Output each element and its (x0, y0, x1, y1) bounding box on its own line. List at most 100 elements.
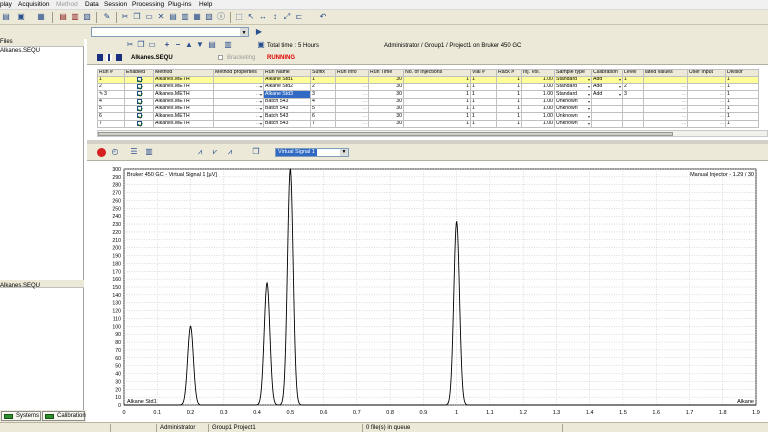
injections-cell[interactable]: 1 (403, 104, 471, 114)
method-cell[interactable]: Alkanes.METH (153, 104, 214, 114)
calculated-values-cell[interactable]: ··· (643, 119, 688, 129)
method-cell[interactable]: Alkanes.METH (153, 119, 214, 129)
rack-cell[interactable]: 1 (496, 97, 522, 107)
enabled-cell[interactable] (124, 112, 154, 121)
injections-cell[interactable]: 1 (403, 119, 471, 129)
stop-acquisition-icon[interactable] (97, 148, 106, 157)
method-cell[interactable]: Alkanes.METH (153, 90, 214, 99)
run-time-cell[interactable]: 30 (368, 97, 404, 107)
calibration-cell[interactable] (591, 112, 623, 121)
injections-cell[interactable]: 1 (403, 75, 471, 84)
chart-view-icon[interactable]: ▥ (144, 147, 154, 157)
run-time-cell[interactable]: 30 (368, 119, 404, 129)
calibration-cell[interactable]: Add ▾ (591, 90, 623, 99)
zoom-icon[interactable]: ↕ (270, 12, 280, 22)
properties-icon[interactable]: ▤ (207, 40, 217, 50)
menu-item-processing[interactable]: Processing (132, 1, 164, 8)
zoom-cursor-icon[interactable]: ⬚ (234, 12, 244, 22)
cut-row-icon[interactable]: ✂ (125, 40, 135, 50)
inj-vol-cell[interactable]: 1.00 (521, 82, 555, 92)
method-properties-cell[interactable]: ▾ ··· (213, 104, 264, 114)
table-row[interactable]: 6 Alkanes.METH ▾ ··· Batch 543 6 ··· 30 1 1 1 1.00 U… (97, 112, 759, 121)
menu-item-acquisition[interactable]: Acquisition (18, 1, 49, 8)
inj-vol-cell[interactable]: 1.00 (521, 75, 555, 84)
user-input-cell[interactable]: ··· (687, 104, 726, 114)
table-row[interactable]: 5 Alkanes.METH ▾ ··· Batch 543 5 ··· 30 1 1 1 1.00 U… (97, 104, 759, 114)
stack-chromatogram-icon[interactable]: ⩗ (210, 147, 220, 157)
tab-calibration[interactable]: Calibration (42, 411, 86, 421)
rack-cell[interactable]: 1 (496, 104, 522, 114)
suffix-cell[interactable]: 7 (310, 119, 336, 129)
copy-icon[interactable]: ❐ (132, 12, 142, 22)
method-properties-cell[interactable]: ▾ ··· (213, 119, 264, 129)
sequence-report-icon[interactable]: ▥ (223, 40, 233, 50)
chevron-down-icon[interactable]: ▼ (340, 149, 348, 156)
suffix-cell[interactable]: 6 (310, 112, 336, 121)
level-cell[interactable]: 1 (622, 75, 644, 84)
run-name-cell[interactable]: Batch 543 (263, 104, 311, 114)
menu-item-session[interactable]: Session (104, 1, 127, 8)
table-row[interactable]: ✎ 3 Alkanes.METH ▾ ··· Alkane Std3 3 ··· 30 1 1 1 1.… (97, 90, 759, 99)
method-cell[interactable]: Alkanes.METH (153, 82, 214, 92)
paste-icon[interactable]: ▭ (144, 12, 154, 22)
enabled-cell[interactable] (124, 75, 154, 84)
user-input-cell[interactable]: ··· (687, 90, 726, 99)
overlay-chromatogram-icon[interactable]: ⩘ (195, 147, 205, 157)
run-time-cell[interactable]: 30 (368, 104, 404, 114)
level-cell[interactable] (622, 112, 644, 121)
run-time-cell[interactable]: 30 (368, 75, 404, 84)
suffix-cell[interactable]: 4 (310, 97, 336, 107)
copy-row-icon[interactable]: ❐ (136, 40, 146, 50)
sample-type-cell[interactable]: Standard ▾ (554, 75, 592, 84)
inj-vol-cell[interactable]: 1.00 (521, 104, 555, 114)
print-preview-icon[interactable]: ▥ (70, 12, 80, 22)
level-cell[interactable]: 2 (622, 82, 644, 92)
calculated-values-cell[interactable]: ··· (643, 82, 688, 92)
enabled-checkbox[interactable] (136, 113, 142, 119)
vial-cell[interactable]: 1 (470, 82, 497, 92)
inj-vol-cell[interactable]: 1.00 (521, 97, 555, 107)
enabled-cell[interactable] (124, 90, 154, 99)
fit-icon[interactable]: ⤢ (282, 12, 292, 22)
rack-cell[interactable]: 1 (496, 75, 522, 84)
run-number-cell[interactable]: 4 (97, 97, 125, 107)
file-list-item[interactable]: Alkanes.SEQU (0, 48, 40, 54)
calculated-values-cell[interactable] (643, 75, 688, 84)
enabled-cell[interactable] (124, 82, 154, 92)
table-row[interactable]: 1 Alkanes.METH Alkane Std1 1 30 1 1 1 1.00 Standa… (97, 75, 759, 84)
cut-icon[interactable]: ✂ (120, 12, 130, 22)
timer-icon[interactable]: ◴ (110, 147, 120, 157)
view-icon[interactable]: ▥ (180, 12, 190, 22)
method-cell[interactable]: Alkanes.METH (153, 112, 214, 121)
run-time-cell[interactable]: 30 (368, 112, 404, 121)
user-input-cell[interactable] (687, 75, 726, 84)
signal-select[interactable]: Virtual Signal 1 ▼ (275, 148, 349, 157)
select-cursor-icon[interactable]: ↖ (246, 12, 256, 22)
calibration-cell[interactable] (591, 104, 623, 114)
run-info-cell[interactable] (335, 75, 369, 84)
add-row-icon[interactable]: + (162, 40, 172, 50)
enabled-checkbox[interactable] (136, 84, 142, 89)
bracketing-checkbox[interactable] (218, 55, 223, 60)
edit-icon[interactable]: ✎ (102, 12, 112, 22)
print-icon[interactable]: ▤ (58, 12, 68, 22)
sample-type-cell[interactable]: Unknown ▾ (554, 104, 592, 114)
save-icon[interactable]: ▣ (16, 12, 26, 22)
remove-row-icon[interactable]: − (173, 40, 183, 50)
inj-vol-cell[interactable]: 1.00 (521, 119, 555, 129)
calculated-values-cell[interactable]: ··· (643, 97, 688, 107)
enabled-checkbox[interactable] (136, 99, 142, 104)
rack-cell[interactable]: 1 (496, 119, 522, 129)
inj-vol-cell[interactable]: 1.00 (521, 90, 555, 99)
divisor-cell[interactable]: 1 (725, 112, 759, 121)
run-info-cell[interactable]: ··· (335, 97, 369, 107)
run-name-cell[interactable]: Alkane Std3 (263, 90, 311, 99)
enabled-checkbox[interactable] (136, 106, 142, 111)
enabled-checkbox[interactable] (136, 91, 142, 97)
grid-icon[interactable]: ▧ (204, 12, 214, 22)
run-name-cell[interactable]: Alkane Std1 (263, 75, 311, 84)
abort-icon[interactable] (116, 54, 122, 61)
list-view-icon[interactable]: ☰ (129, 147, 139, 157)
delete-icon[interactable]: ✕ (156, 12, 166, 22)
column-header[interactable]: Method properties (213, 69, 264, 77)
